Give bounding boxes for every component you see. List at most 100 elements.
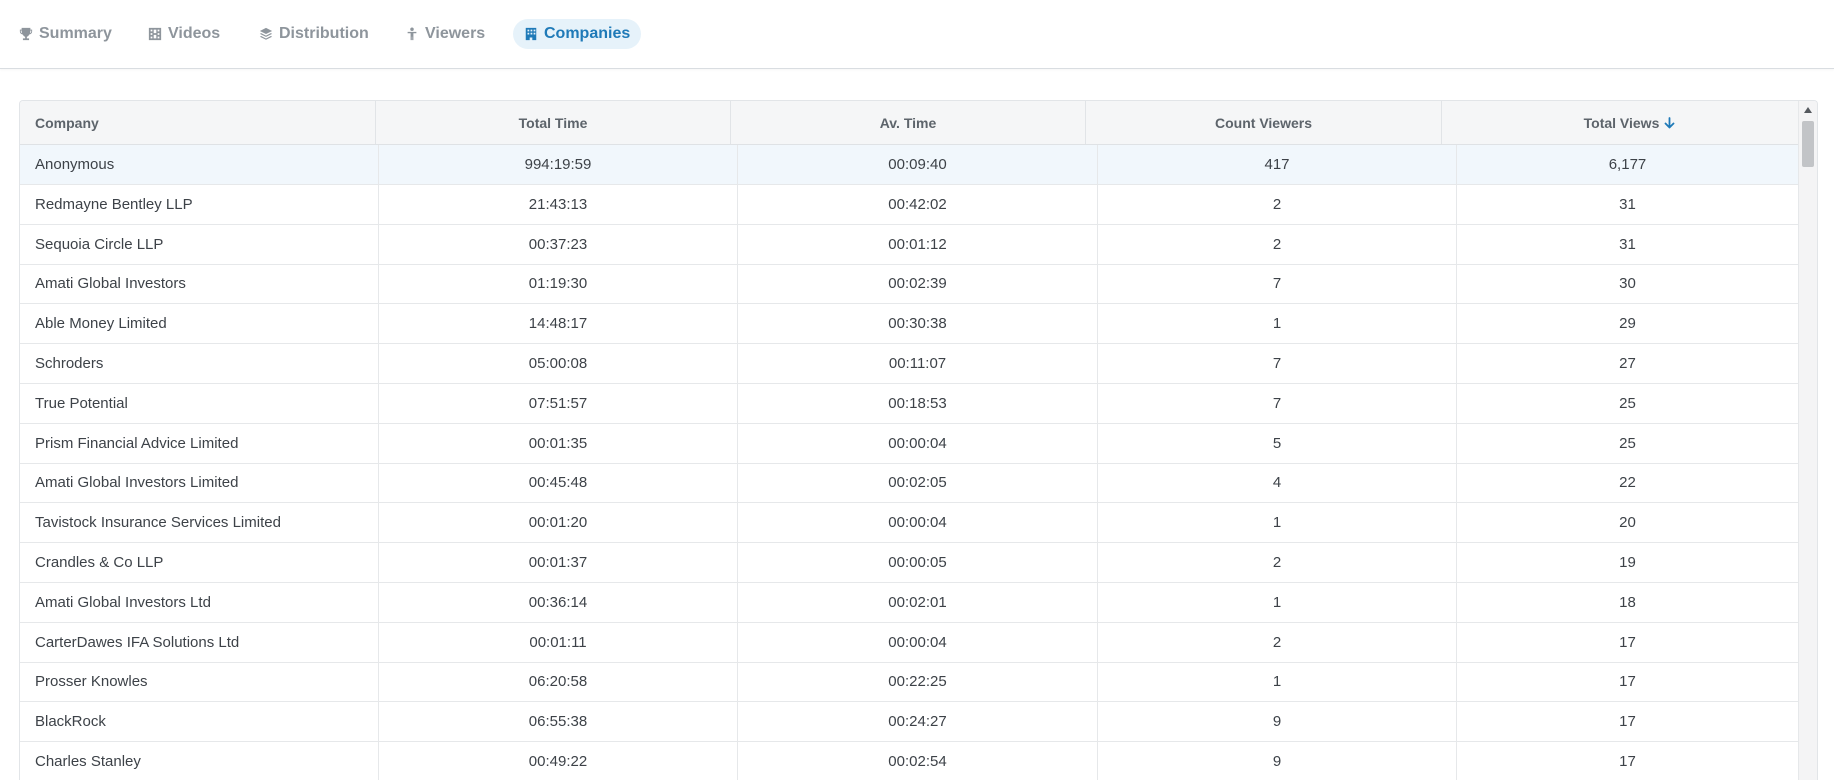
table-body: Anonymous 994:19:59 00:09:40 417 6,177 Redmay… (20, 145, 1798, 780)
cell-total-views: 29 (1619, 315, 1636, 333)
cell-av-time: 00:00:05 (738, 543, 1098, 582)
cell-company: Anonymous (20, 145, 379, 184)
table-header: Company Total Time Av. Time Count Viewer… (20, 101, 1817, 145)
cell-total-views: 31 (1619, 235, 1636, 253)
cell-company: True Potential (20, 383, 379, 423)
tab-distribution-label: Distribution (279, 25, 369, 42)
table-row[interactable]: CarterDawes IFA Solutions Ltd 00:01:11 00:… (20, 622, 1798, 663)
cell-total-time: 07:51:57 (379, 383, 738, 423)
cell-count-viewers: 2 (1098, 224, 1457, 264)
tab-summary[interactable]: Summary (8, 19, 123, 49)
cell-count-viewers: 7 (1098, 344, 1457, 383)
table-row[interactable]: Anonymous 994:19:59 00:09:40 417 6,177 (20, 145, 1798, 185)
tab-companies-label: Companies (544, 25, 631, 42)
person-icon (405, 27, 419, 41)
table-row[interactable]: Amati Global Investors 01:19:30 00:02:39 7 3… (20, 264, 1798, 305)
cell-total-time: 00:01:35 (379, 423, 738, 463)
cell-company: Tavistock Insurance Services Limited (20, 503, 379, 543)
cell-total-time: 994:19:59 (379, 145, 738, 184)
cell-total-time: 01:19:30 (379, 264, 738, 304)
table-row[interactable]: Prosser Knowles 06:20:58 00:22:25 1 17 (20, 662, 1798, 703)
cell-total-views: 18 (1619, 593, 1636, 611)
cell-av-time: 00:02:54 (738, 742, 1098, 780)
companies-table: Company Total Time Av. Time Count Viewer… (19, 100, 1818, 780)
column-header-label: Count Viewers (1215, 114, 1312, 131)
analytics-tab-bar: Summary Videos Distribution Viewers Comp… (0, 0, 1834, 69)
film-icon (148, 27, 162, 41)
tab-distribution[interactable]: Distribution (248, 19, 380, 49)
cell-company: CarterDawes IFA Solutions Ltd (20, 622, 379, 662)
trophy-icon (19, 27, 33, 41)
tab-videos[interactable]: Videos (137, 19, 231, 49)
cell-count-viewers: 1 (1098, 662, 1457, 702)
cell-company: Crandles & Co LLP (20, 543, 379, 582)
cell-av-time: 00:00:04 (738, 423, 1098, 463)
column-header-label: Company (35, 114, 99, 131)
cell-av-time: 00:22:25 (738, 662, 1098, 702)
cell-total-views: 17 (1619, 713, 1636, 731)
tab-companies[interactable]: Companies (513, 19, 642, 49)
cell-company: Charles Stanley (20, 742, 379, 780)
scroll-up-arrow-icon[interactable] (1804, 107, 1812, 113)
cell-count-viewers: 9 (1098, 742, 1457, 780)
cell-count-viewers: 9 (1098, 702, 1457, 742)
cell-company: Schroders (20, 344, 379, 383)
cell-total-time: 06:55:38 (379, 702, 738, 742)
cell-total-views: 25 (1619, 434, 1636, 452)
cell-av-time: 00:24:27 (738, 702, 1098, 742)
cell-count-viewers: 1 (1098, 503, 1457, 543)
tab-viewers[interactable]: Viewers (394, 19, 496, 49)
table-row[interactable]: Charles Stanley 00:49:22 00:02:54 9 17 (20, 742, 1798, 780)
column-header-av-time[interactable]: Av. Time (731, 101, 1086, 144)
table-row[interactable]: Sequoia Circle LLP 00:37:23 00:01:12 2 31 (20, 224, 1798, 265)
cell-company: Able Money Limited (20, 304, 379, 344)
column-header-label: Total Views (1583, 114, 1660, 131)
tab-videos-label: Videos (168, 25, 221, 42)
scrollbar-thumb[interactable] (1802, 121, 1814, 167)
cell-count-viewers: 2 (1098, 622, 1457, 662)
table-row[interactable]: BlackRock 06:55:38 00:24:27 9 17 (20, 702, 1798, 743)
table-row[interactable]: Prism Financial Advice Limited 00:01:35 00… (20, 423, 1798, 464)
cell-total-views: 31 (1619, 195, 1636, 213)
cell-total-time: 00:01:20 (379, 503, 738, 543)
cell-count-viewers: 2 (1098, 184, 1457, 224)
cell-av-time: 00:02:01 (738, 582, 1098, 622)
cell-count-viewers: 2 (1098, 543, 1457, 582)
sort-descending-icon (1664, 116, 1675, 129)
column-header-total-views[interactable]: Total Views (1442, 101, 1817, 144)
column-header-count-viewers[interactable]: Count Viewers (1086, 101, 1442, 144)
cell-total-views: 17 (1619, 633, 1636, 651)
building-icon (524, 27, 538, 41)
table-row[interactable]: Amati Global Investors Ltd 00:36:14 00:02:… (20, 582, 1798, 623)
cell-total-time: 00:36:14 (379, 582, 738, 622)
cell-total-views: 30 (1619, 275, 1636, 293)
table-row[interactable]: Tavistock Insurance Services Limited 00:0… (20, 503, 1798, 544)
table-row[interactable]: True Potential 07:51:57 00:18:53 7 25 (20, 383, 1798, 424)
cell-company: Amati Global Investors (20, 264, 379, 304)
column-header-company[interactable]: Company (20, 101, 376, 144)
cell-total-views: 25 (1619, 394, 1636, 412)
cell-total-views: 6,177 (1608, 156, 1647, 173)
table-row[interactable]: Crandles & Co LLP 00:01:37 00:00:05 2 19 (20, 543, 1798, 583)
cell-count-viewers: 1 (1098, 582, 1457, 622)
table-row[interactable]: Amati Global Investors Limited 00:45:48 00… (20, 463, 1798, 504)
cell-av-time: 00:09:40 (738, 145, 1098, 184)
cell-total-time: 00:01:37 (379, 543, 738, 582)
table-row[interactable]: Able Money Limited 14:48:17 00:30:38 1 29 (20, 304, 1798, 345)
cell-total-views: 19 (1619, 554, 1636, 571)
cell-count-viewers: 4 (1098, 463, 1457, 503)
cell-av-time: 00:11:07 (738, 344, 1098, 383)
cell-company: Amati Global Investors Limited (20, 463, 379, 503)
cell-av-time: 00:30:38 (738, 304, 1098, 344)
cell-count-viewers: 417 (1098, 145, 1457, 184)
cell-total-time: 06:20:58 (379, 662, 738, 702)
column-header-total-time[interactable]: Total Time (376, 101, 731, 144)
cell-company: Sequoia Circle LLP (20, 224, 379, 264)
table-row[interactable]: Schroders 05:00:08 00:11:07 7 27 (20, 344, 1798, 384)
cell-av-time: 00:01:12 (738, 224, 1098, 264)
vertical-scrollbar[interactable] (1798, 101, 1817, 780)
table-row[interactable]: Redmayne Bentley LLP 21:43:13 00:42:02 2 31 (20, 184, 1798, 225)
cell-total-views: 20 (1619, 514, 1636, 532)
cell-count-viewers: 1 (1098, 304, 1457, 344)
cell-count-viewers: 7 (1098, 264, 1457, 304)
